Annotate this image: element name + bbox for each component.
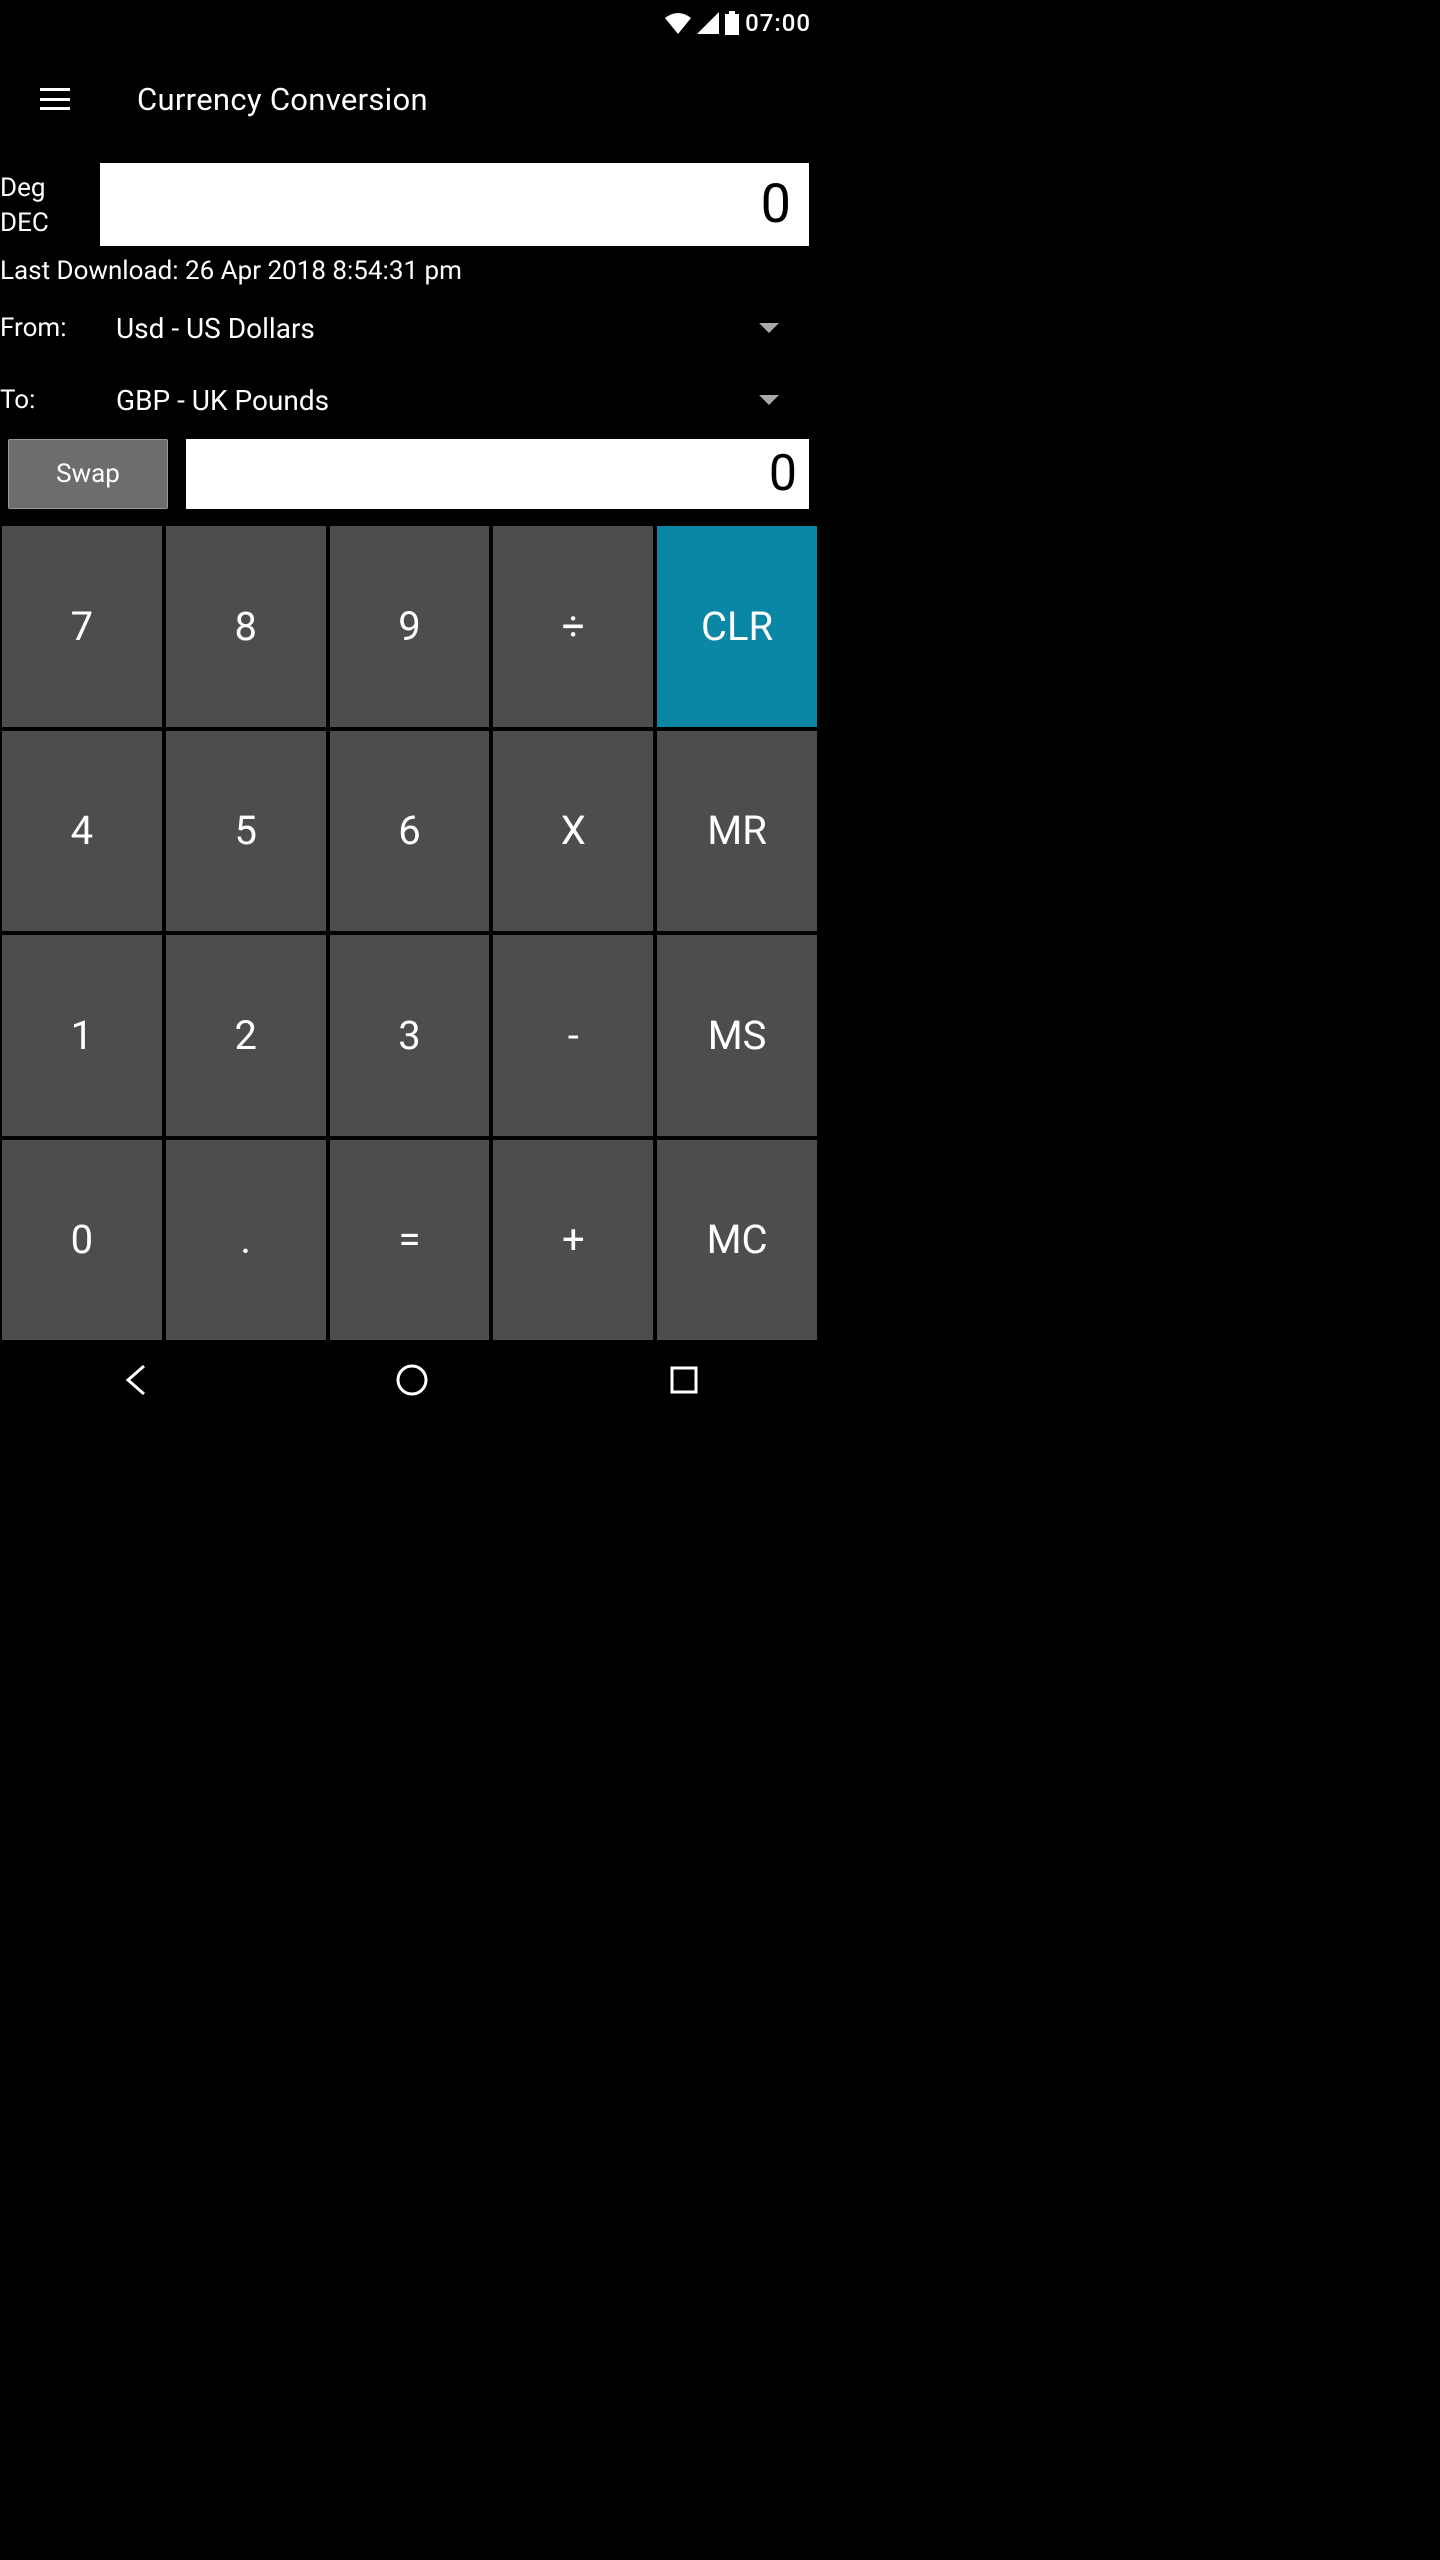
to-select[interactable]: GBP - UK Pounds	[116, 384, 819, 417]
swap-label: Swap	[56, 459, 120, 489]
menu-button[interactable]	[25, 88, 85, 110]
key-subtract[interactable]: -	[493, 935, 653, 1136]
wifi-icon	[665, 12, 691, 34]
key-9[interactable]: 9	[330, 526, 490, 727]
clock-text: 07:00	[745, 9, 811, 37]
key-clear[interactable]: CLR	[657, 526, 817, 727]
hamburger-icon	[40, 88, 70, 110]
result-value: 0	[769, 445, 797, 503]
from-row: From: Usd - US Dollars	[0, 292, 819, 364]
from-value: Usd - US Dollars	[116, 312, 315, 345]
key-equals[interactable]: =	[330, 1140, 490, 1341]
mode-dec: DEC	[0, 206, 100, 241]
page-title: Currency Conversion	[137, 81, 428, 118]
to-value: GBP - UK Pounds	[116, 384, 329, 417]
key-divide[interactable]: ÷	[493, 526, 653, 727]
key-8[interactable]: 8	[166, 526, 326, 727]
key-dot[interactable]: .	[166, 1140, 326, 1341]
back-button[interactable]	[120, 1362, 156, 1398]
result-display: 0	[186, 439, 809, 509]
swap-button[interactable]: Swap	[8, 439, 168, 509]
to-row: To: GBP - UK Pounds	[0, 364, 819, 436]
battery-icon	[725, 11, 739, 35]
keypad: 7 8 9 ÷ CLR 4 5 6 X MR 1 2 3 - MS 0 . = …	[0, 524, 819, 1342]
key-add[interactable]: +	[493, 1140, 653, 1341]
to-label: To:	[0, 385, 116, 415]
key-ms[interactable]: MS	[657, 935, 817, 1136]
input-display[interactable]: 0	[100, 163, 809, 246]
recent-button[interactable]	[669, 1365, 699, 1395]
key-3[interactable]: 3	[330, 935, 490, 1136]
appbar: Currency Conversion	[0, 45, 819, 153]
key-6[interactable]: 6	[330, 731, 490, 932]
chevron-down-icon	[759, 395, 779, 405]
from-label: From:	[0, 313, 116, 343]
swap-row: Swap 0	[0, 436, 819, 524]
top-section: Deg DEC 0	[0, 153, 819, 246]
key-4[interactable]: 4	[2, 731, 162, 932]
key-5[interactable]: 5	[166, 731, 326, 932]
cell-icon	[697, 12, 719, 34]
key-multiply[interactable]: X	[493, 731, 653, 932]
key-7[interactable]: 7	[2, 526, 162, 727]
key-0[interactable]: 0	[2, 1140, 162, 1341]
home-button[interactable]	[395, 1363, 429, 1397]
from-select[interactable]: Usd - US Dollars	[116, 312, 819, 345]
chevron-down-icon	[759, 323, 779, 333]
mode-deg: Deg	[0, 171, 100, 206]
navbar	[0, 1342, 819, 1418]
key-mr[interactable]: MR	[657, 731, 817, 932]
key-2[interactable]: 2	[166, 935, 326, 1136]
last-download-text: Last Download: 26 Apr 2018 8:54:31 pm	[0, 246, 819, 292]
key-mc[interactable]: MC	[657, 1140, 817, 1341]
statusbar: 07:00	[0, 0, 819, 45]
angle-mode[interactable]: Deg DEC	[0, 163, 100, 246]
input-value: 0	[761, 173, 791, 236]
key-1[interactable]: 1	[2, 935, 162, 1136]
